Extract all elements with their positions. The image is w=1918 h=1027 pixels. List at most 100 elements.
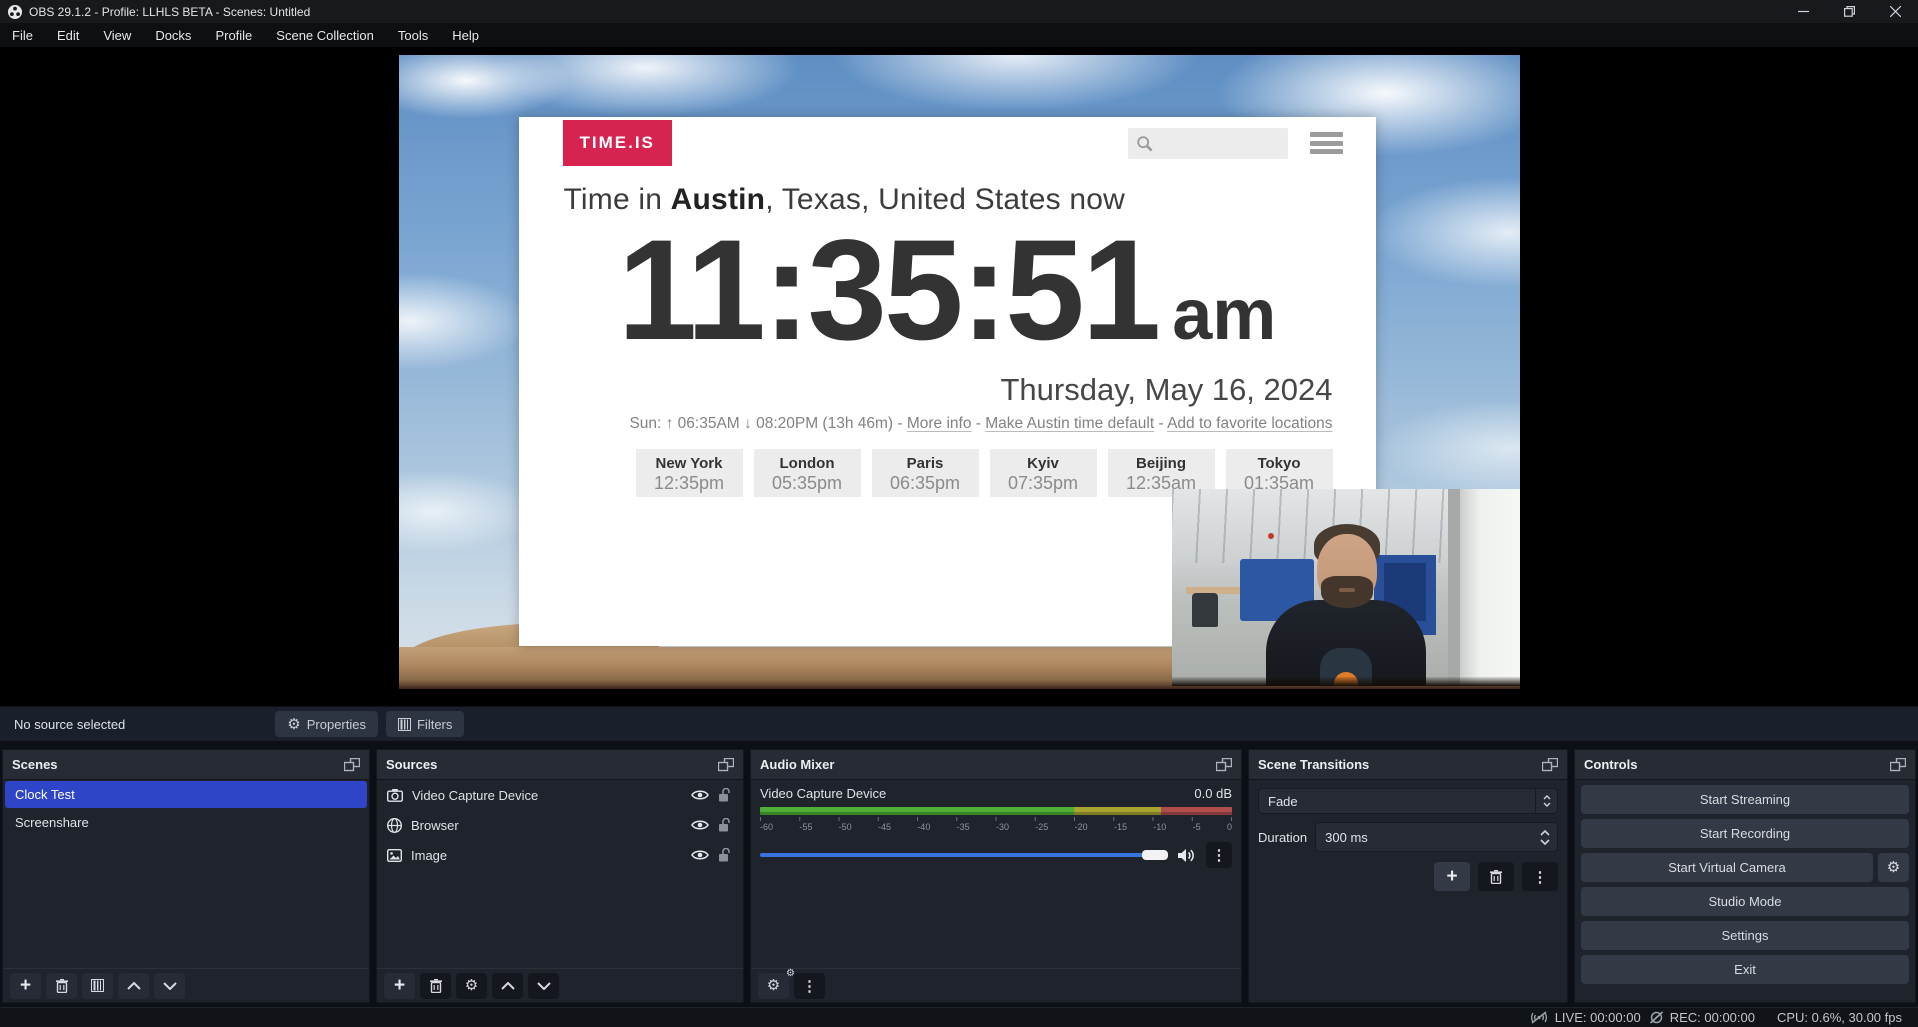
properties-button[interactable]: ⚙ Properties [275,711,378,737]
current-date: Thursday, May 16, 2024 [1001,372,1333,408]
clock-new-york[interactable]: New York12:35pm [636,449,743,497]
scene-item-clock-test[interactable]: Clock Test [5,781,367,808]
source-row-image[interactable]: Image [377,840,743,870]
chevron-down-icon [163,982,177,990]
clock-paris[interactable]: Paris06:35pm [872,449,979,497]
add-favorite-link[interactable]: Add to favorite locations [1167,415,1332,432]
person-mouth [1339,588,1355,592]
menu-profile[interactable]: Profile [203,23,264,47]
minimize-button[interactable] [1780,0,1826,23]
popout-icon[interactable] [718,758,734,772]
popout-icon[interactable] [1542,758,1558,772]
restore-button[interactable] [1826,0,1872,23]
filters-icon [398,718,411,731]
gear-icon: ⚙ [287,717,300,732]
status-bar: LIVE: 00:00:00 REC: 00:00:00 CPU: 0.6%, … [0,1007,1918,1027]
spin-down-icon[interactable] [1540,839,1550,845]
studio-mode-button[interactable]: Studio Mode [1581,887,1909,916]
controls-panel: Controls Start Streaming Start Recording… [1574,749,1916,1003]
duration-spinbox[interactable]: 300 ms [1315,822,1558,852]
virtual-camera-config-button[interactable]: ⚙ [1878,853,1909,882]
transition-value: Fade [1259,794,1535,809]
menu-docks[interactable]: Docks [143,23,203,47]
eye-icon[interactable] [691,789,709,801]
hamburger-menu-icon[interactable] [1310,132,1343,154]
unlock-icon[interactable] [718,818,731,832]
remove-source-button[interactable] [420,973,451,999]
remove-scene-button[interactable] [46,973,77,999]
office-window-wall [1458,489,1520,686]
clock-kyiv[interactable]: Kyiv07:35pm [990,449,1097,497]
scene-transitions-title: Scene Transitions [1258,757,1369,772]
scenes-title: Scenes [12,757,58,772]
volume-slider[interactable] [760,850,1168,860]
start-virtual-camera-button[interactable]: Start Virtual Camera [1581,853,1873,882]
popout-icon[interactable] [344,758,360,772]
settings-button[interactable]: Settings [1581,921,1909,950]
duration-value: 300 ms [1316,830,1533,845]
advanced-audio-button[interactable]: ⚙⚙ [758,973,789,999]
menu-file[interactable]: File [0,23,45,47]
menu-edit[interactable]: Edit [45,23,91,47]
move-source-down-button[interactable] [528,973,559,999]
scene-item-screenshare[interactable]: Screenshare [5,809,367,836]
move-source-up-button[interactable] [492,973,523,999]
source-row-browser[interactable]: Browser [377,810,743,840]
source-row-video-capture[interactable]: Video Capture Device [377,780,743,810]
unlock-icon[interactable] [718,848,731,862]
exit-button[interactable]: Exit [1581,955,1909,984]
scene-preview[interactable]: TIME.IS Time in Austin, Texas, United St… [399,55,1520,689]
trash-icon [56,979,68,993]
menu-tools[interactable]: Tools [386,23,440,47]
titlebar: OBS 29.1.2 - Profile: LLHLS BETA - Scene… [0,0,1918,23]
source-properties-button[interactable]: ⚙ [456,973,487,999]
add-transition-button[interactable]: + [1434,862,1470,891]
start-recording-button[interactable]: Start Recording [1581,819,1909,848]
popout-icon[interactable] [1890,758,1906,772]
dock-area: Scenes Clock Test Screenshare + Sources … [0,742,1918,1007]
kebab-icon: ⋮ [1533,868,1548,886]
transition-properties-button[interactable]: ⋮ [1522,862,1558,891]
audio-mixer-panel: Audio Mixer Video Capture Device 0.0 dB … [750,749,1242,1003]
more-info-link[interactable]: More info [907,415,972,432]
filters-button[interactable]: Filters [386,711,464,737]
record-inactive-icon [1649,1011,1664,1024]
scene-filters-button[interactable] [82,973,113,999]
add-scene-button[interactable]: + [10,973,41,999]
make-default-link[interactable]: Make Austin time default [985,415,1154,432]
menu-view[interactable]: View [91,23,143,47]
spin-up-icon[interactable] [1540,830,1550,836]
live-timecode: LIVE: 00:00:00 [1555,1010,1641,1025]
move-scene-up-button[interactable] [118,973,149,999]
obs-logo-icon [8,5,22,19]
remove-transition-button[interactable] [1478,862,1514,891]
menubar: File Edit View Docks Profile Scene Colle… [0,23,1918,47]
timeis-logo[interactable]: TIME.IS [563,120,672,166]
move-scene-down-button[interactable] [154,973,185,999]
eye-icon[interactable] [691,819,709,831]
menu-scene-collection[interactable]: Scene Collection [264,23,386,47]
combo-spinner[interactable] [1535,789,1557,813]
rec-timecode: REC: 00:00:00 [1670,1010,1755,1025]
add-source-button[interactable]: + [384,973,415,999]
close-button[interactable] [1872,0,1918,23]
timeis-search-input[interactable] [1128,128,1288,159]
mixer-channel-menu-button[interactable]: ⋮ [1206,842,1232,868]
mixer-menu-button[interactable]: ⋮ [794,973,825,999]
eye-icon[interactable] [691,849,709,861]
popout-icon[interactable] [1216,758,1232,772]
volume-meter [760,807,1232,815]
volume-slider-handle[interactable] [1142,850,1168,860]
webcam-bottom-shadow [1172,677,1520,686]
time-meridiem: am [1172,274,1276,356]
clock-london[interactable]: London05:35pm [754,449,861,497]
speaker-icon[interactable] [1178,848,1196,863]
kebab-icon: ⋮ [802,977,817,995]
window-title: OBS 29.1.2 - Profile: LLHLS BETA - Scene… [29,5,310,19]
unlock-icon[interactable] [718,788,731,802]
time-digits: 11:35:51 [618,209,1159,373]
start-streaming-button[interactable]: Start Streaming [1581,785,1909,814]
menu-help[interactable]: Help [440,23,491,47]
chevron-down-icon [1543,802,1551,807]
transition-select[interactable]: Fade [1258,788,1558,814]
